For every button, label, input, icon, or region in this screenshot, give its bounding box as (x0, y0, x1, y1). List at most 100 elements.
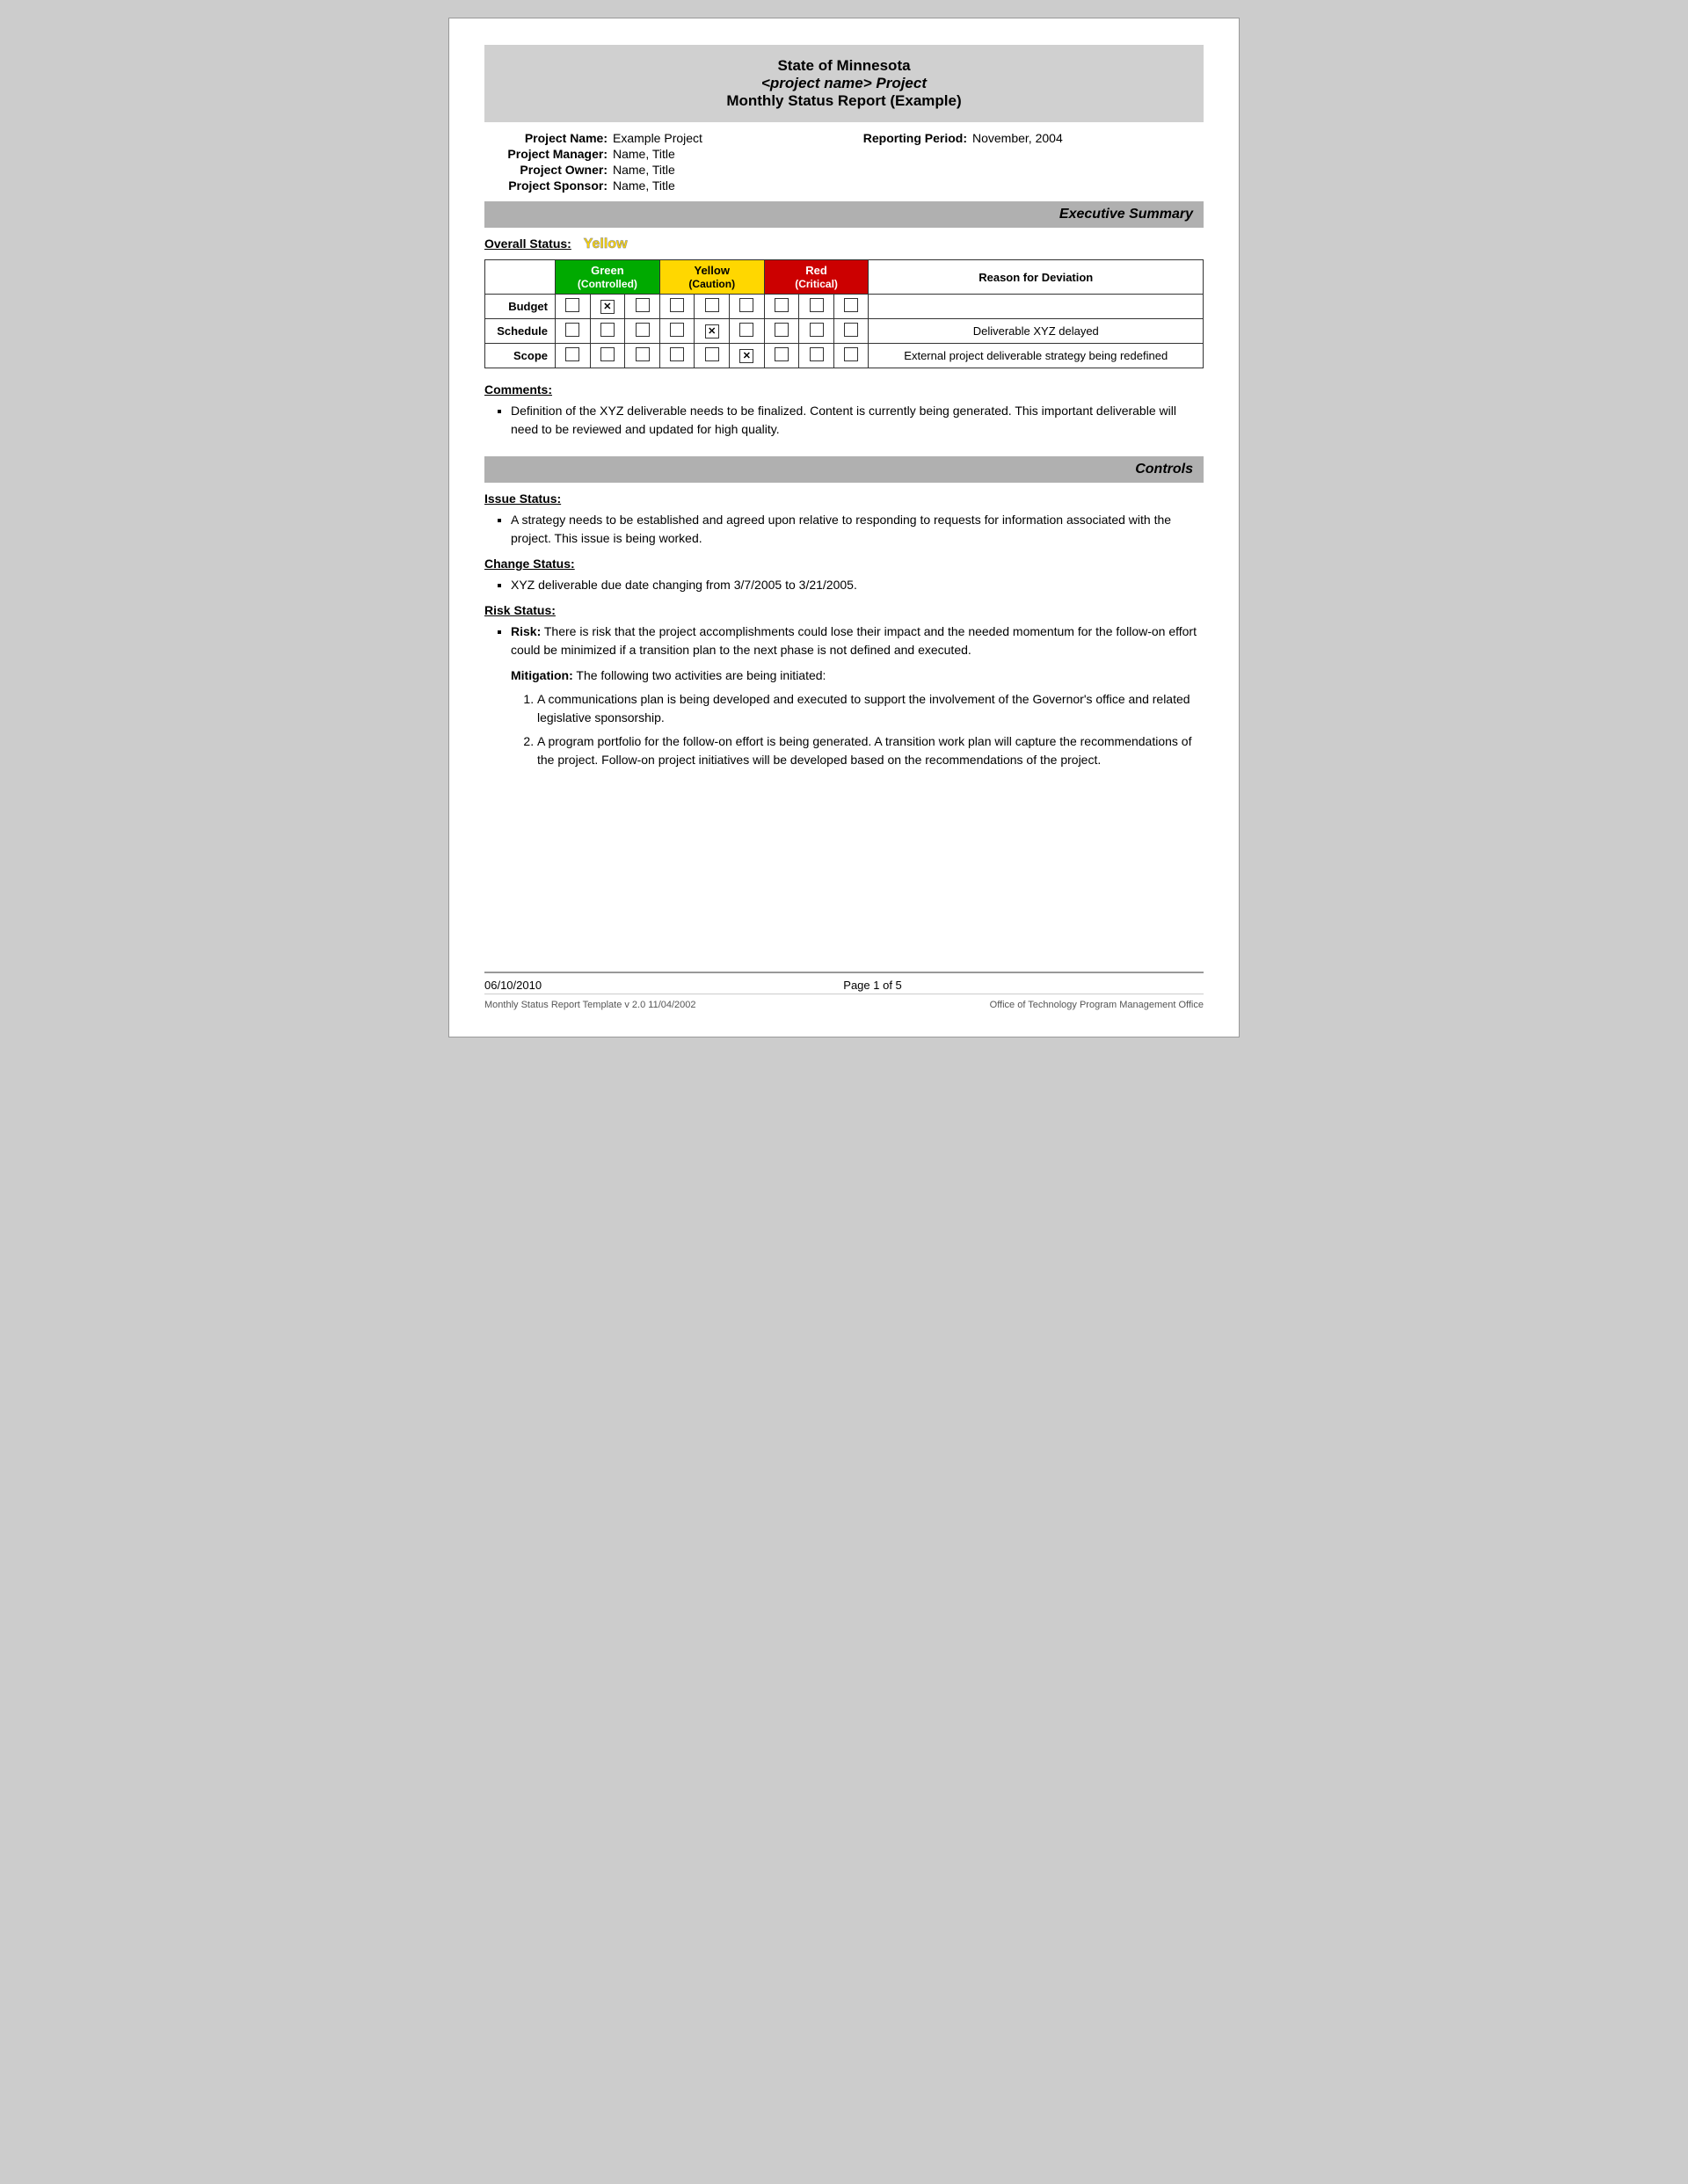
checkbox (636, 347, 650, 361)
issue-status-title: Issue Status: (484, 491, 1204, 506)
footer-template-info: Monthly Status Report Template v 2.0 11/… (484, 1000, 696, 1010)
footer-divider (484, 972, 1204, 973)
empty-header (485, 260, 556, 295)
list-item: XYZ deliverable due date changing from 3… (511, 576, 1204, 594)
risk-status-list: Risk: There is risk that the project acc… (484, 622, 1204, 659)
budget-yellow-1 (659, 295, 695, 319)
schedule-reason: Deliverable XYZ delayed (869, 319, 1204, 344)
checkbox (739, 323, 753, 337)
checkbox (705, 347, 719, 361)
budget-yellow-3 (730, 295, 765, 319)
mitigation-list: A communications plan is being developed… (511, 690, 1204, 769)
list-item: A communications plan is being developed… (537, 690, 1204, 727)
overall-status-label: Overall Status: (484, 237, 571, 251)
scope-yellow-3 (730, 344, 765, 368)
project-owner-value: Name, Title (613, 163, 675, 177)
schedule-yellow-2 (695, 319, 730, 344)
project-owner-row: Project Owner: Name, Title (484, 163, 844, 177)
table-row: Schedule Deliverable XYZ delayed (485, 319, 1204, 344)
controls-header: Controls (484, 456, 1204, 483)
footer-date: 06/10/2010 (484, 979, 542, 992)
page: State of Minnesota <project name> Projec… (448, 18, 1240, 1037)
budget-red-3 (833, 295, 869, 319)
risk-text: There is risk that the project accomplis… (511, 624, 1197, 657)
project-owner-label: Project Owner: (484, 163, 608, 177)
mitigation-label: Mitigation: (511, 668, 573, 682)
schedule-red-2 (799, 319, 834, 344)
mitigation-paragraph: Mitigation: The following two activities… (511, 666, 1204, 685)
budget-reason (869, 295, 1204, 319)
page-header: State of Minnesota <project name> Projec… (484, 45, 1204, 122)
change-status-title: Change Status: (484, 557, 1204, 571)
controls-title: Controls (1135, 462, 1193, 477)
budget-green-2 (590, 295, 625, 319)
project-name-value: Example Project (613, 131, 702, 145)
overall-status-value: Yellow (584, 237, 628, 251)
checkbox (844, 347, 858, 361)
issue-status-list: A strategy needs to be established and a… (484, 511, 1204, 548)
green-header: Green(Controlled) (556, 260, 660, 295)
checkbox (636, 298, 650, 312)
list-item: A program portfolio for the follow-on ef… (537, 732, 1204, 769)
header-line3: Monthly Status Report (Example) (493, 92, 1195, 110)
checkbox (775, 323, 789, 337)
checkbox (844, 323, 858, 337)
red-header: Red(Critical) (764, 260, 869, 295)
scope-green-1 (556, 344, 591, 368)
schedule-yellow-3 (730, 319, 765, 344)
project-sponsor-row: Project Sponsor: Name, Title (484, 178, 844, 193)
header-line2: <project name> Project (493, 75, 1195, 92)
checkbox (705, 298, 719, 312)
scope-red-2 (799, 344, 834, 368)
checkbox (670, 347, 684, 361)
comments-title: Comments: (484, 382, 1204, 397)
checkbox (670, 323, 684, 337)
project-name-label: Project Name: (484, 131, 608, 145)
scope-label: Scope (485, 344, 556, 368)
scope-red-3 (833, 344, 869, 368)
project-sponsor-value: Name, Title (613, 178, 675, 193)
checkbox (810, 347, 824, 361)
checkbox (565, 323, 579, 337)
list-item: A strategy needs to be established and a… (511, 511, 1204, 548)
status-table: Green(Controlled) Yellow(Caution) Red(Cr… (484, 259, 1204, 368)
table-row: Scope External project deliverable strat… (485, 344, 1204, 368)
checkbox-checked (600, 300, 615, 314)
project-manager-row: Project Manager: Name, Title (484, 147, 844, 161)
overall-status: Overall Status: Yellow (484, 237, 1204, 252)
scope-yellow-2 (695, 344, 730, 368)
project-sponsor-label: Project Sponsor: (484, 178, 608, 193)
footer-office: Office of Technology Program Management … (990, 1000, 1204, 1010)
mitigation-intro: The following two activities are being i… (576, 668, 826, 682)
footer-page: Page 1 of 5 (843, 979, 902, 992)
schedule-green-1 (556, 319, 591, 344)
project-manager-label: Project Manager: (484, 147, 608, 161)
controls-section: Issue Status: A strategy needs to be est… (484, 491, 1204, 769)
budget-green-3 (625, 295, 660, 319)
schedule-red-1 (764, 319, 799, 344)
scope-yellow-1 (659, 344, 695, 368)
header-line1: State of Minnesota (493, 57, 1195, 75)
schedule-green-2 (590, 319, 625, 344)
project-info: Project Name: Example Project Reporting … (484, 131, 1204, 193)
checkbox (565, 347, 579, 361)
yellow-header: Yellow(Caution) (659, 260, 764, 295)
scope-red-1 (764, 344, 799, 368)
reporting-period-value: November, 2004 (972, 131, 1063, 145)
schedule-label: Schedule (485, 319, 556, 344)
budget-green-1 (556, 295, 591, 319)
footer-top: 06/10/2010 Page 1 of 5 (484, 979, 1204, 992)
checkbox (810, 298, 824, 312)
executive-summary-title: Executive Summary (1059, 207, 1193, 222)
risk-label: Risk: (511, 624, 541, 638)
checkbox-checked (705, 324, 719, 339)
executive-summary-header: Executive Summary (484, 201, 1204, 228)
scope-reason: External project deliverable strategy be… (869, 344, 1204, 368)
project-name-row: Project Name: Example Project (484, 131, 844, 145)
scope-green-2 (590, 344, 625, 368)
list-item: Definition of the XYZ deliverable needs … (511, 402, 1204, 439)
checkbox (810, 323, 824, 337)
checkbox (844, 298, 858, 312)
checkbox (600, 347, 615, 361)
checkbox (636, 323, 650, 337)
